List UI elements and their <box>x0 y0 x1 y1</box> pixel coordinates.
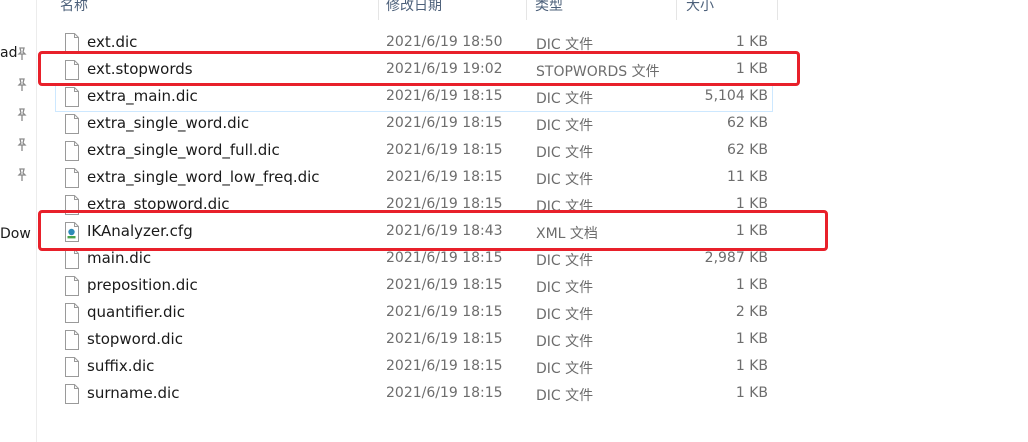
file-icon <box>65 384 79 404</box>
file-name: stopword.dic <box>87 330 183 348</box>
file-name: ext.dic <box>87 33 138 51</box>
file-date: 2021/6/19 18:15 <box>386 142 503 158</box>
column-divider[interactable] <box>378 0 379 20</box>
file-date: 2021/6/19 18:15 <box>386 115 503 131</box>
file-date: 2021/6/19 18:15 <box>386 277 503 293</box>
file-icon <box>65 330 79 350</box>
file-icon <box>65 33 79 53</box>
file-row[interactable]: suffix.dic 2021/6/19 18:15 DIC 文件 1 KB <box>56 354 772 381</box>
file-date: 2021/6/19 18:15 <box>386 250 503 266</box>
file-icon <box>65 87 79 107</box>
column-header-size[interactable]: 大小 <box>686 0 714 20</box>
file-size: 1 KB <box>735 385 768 401</box>
column-header-type[interactable]: 类型 <box>535 0 563 20</box>
file-icon <box>65 276 79 296</box>
file-type: DIC 文件 <box>536 361 594 377</box>
file-type: DIC 文件 <box>536 145 594 161</box>
file-date: 2021/6/19 18:15 <box>386 358 503 374</box>
file-name: extra_single_word_full.dic <box>87 141 280 159</box>
pin-icon[interactable] <box>16 78 28 92</box>
highlight-box <box>38 51 800 86</box>
file-row[interactable]: stopword.dic 2021/6/19 18:15 DIC 文件 1 KB <box>56 327 772 354</box>
column-divider[interactable] <box>526 0 527 20</box>
file-name: extra_single_word_low_freq.dic <box>87 168 320 186</box>
file-type: DIC 文件 <box>536 388 594 404</box>
file-size: 62 KB <box>726 115 768 131</box>
pin-icon[interactable] <box>16 47 28 61</box>
file-icon <box>65 141 79 161</box>
pin-icon[interactable] <box>16 108 28 122</box>
nav-item-label[interactable]: Dow <box>0 226 31 242</box>
column-divider[interactable] <box>676 0 677 20</box>
file-icon <box>65 114 79 134</box>
file-size: 1 KB <box>735 331 768 347</box>
file-name: extra_single_word.dic <box>87 114 250 132</box>
file-type: DIC 文件 <box>536 91 594 107</box>
file-size: 1 KB <box>735 358 768 374</box>
file-type: DIC 文件 <box>536 280 594 296</box>
file-size: 2,987 KB <box>704 250 768 266</box>
highlight-box <box>38 210 828 251</box>
file-row[interactable]: extra_single_word_low_freq.dic 2021/6/19… <box>56 165 772 192</box>
file-row[interactable]: quantifier.dic 2021/6/19 18:15 DIC 文件 2 … <box>56 300 772 327</box>
pin-icon[interactable] <box>16 138 28 152</box>
file-name: suffix.dic <box>87 357 155 375</box>
column-header-date[interactable]: 修改日期 <box>386 0 442 20</box>
file-name: surname.dic <box>87 384 180 402</box>
file-date: 2021/6/19 18:15 <box>386 385 503 401</box>
file-row[interactable]: preposition.dic 2021/6/19 18:15 DIC 文件 1… <box>56 273 772 300</box>
file-row[interactable]: extra_single_word_full.dic 2021/6/19 18:… <box>56 138 772 165</box>
file-name: extra_main.dic <box>87 87 198 105</box>
navigation-pane: ad Dow <box>0 0 37 442</box>
column-divider[interactable] <box>777 0 778 20</box>
pin-icon[interactable] <box>16 168 28 182</box>
file-size: 1 KB <box>735 277 768 293</box>
file-size: 62 KB <box>726 142 768 158</box>
file-date: 2021/6/19 18:15 <box>386 331 503 347</box>
file-name: quantifier.dic <box>87 303 185 321</box>
file-name: main.dic <box>87 249 152 267</box>
file-row[interactable]: extra_single_word.dic 2021/6/19 18:15 DI… <box>56 111 772 138</box>
column-header-bar: 名称 修改日期 类型 大小 <box>36 0 1028 20</box>
file-size: 2 KB <box>735 304 768 320</box>
file-date: 2021/6/19 18:50 <box>386 34 503 50</box>
file-row[interactable]: surname.dic 2021/6/19 18:15 DIC 文件 1 KB <box>56 381 772 408</box>
file-icon <box>65 303 79 323</box>
file-name: preposition.dic <box>87 276 198 294</box>
column-header-name[interactable]: 名称 <box>60 0 88 20</box>
file-date: 2021/6/19 18:15 <box>386 304 503 320</box>
file-type: DIC 文件 <box>536 334 594 350</box>
nav-item-label[interactable]: ad <box>0 45 17 61</box>
file-date: 2021/6/19 18:15 <box>386 169 503 185</box>
file-type: DIC 文件 <box>536 172 594 188</box>
file-row[interactable]: extra_main.dic 2021/6/19 18:15 DIC 文件 5,… <box>55 83 773 112</box>
file-size: 5,104 KB <box>704 88 768 104</box>
file-icon <box>65 357 79 377</box>
file-size: 1 KB <box>735 34 768 50</box>
file-date: 2021/6/19 18:15 <box>386 88 503 104</box>
file-size: 11 KB <box>726 169 768 185</box>
file-icon <box>65 168 79 188</box>
file-type: DIC 文件 <box>536 253 594 269</box>
file-icon <box>65 249 79 269</box>
file-type: DIC 文件 <box>536 307 594 323</box>
file-type: DIC 文件 <box>536 118 594 134</box>
